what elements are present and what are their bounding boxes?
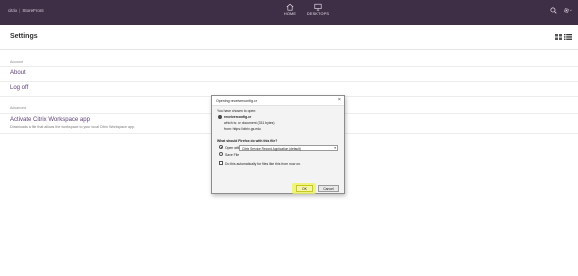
open-file-dialog: Opening receiverconfig.cr × You have cho… xyxy=(211,95,345,194)
view-toggles xyxy=(555,34,572,40)
top-navigation-bar: citrix | StoreFront HOME DESKTOPS xyxy=(0,0,578,25)
dialog-title: Opening receiverconfig.cr xyxy=(216,99,257,103)
ok-button[interactable]: OK xyxy=(296,185,313,192)
brand-name: citrix xyxy=(8,8,18,13)
dialog-question: What should Firefox do with this file? xyxy=(217,139,278,143)
divider xyxy=(0,66,578,67)
activate-workspace-description: Downloads a file that allows the workspa… xyxy=(10,125,135,129)
search-icon[interactable] xyxy=(550,7,557,14)
list-view-icon[interactable] xyxy=(564,34,572,40)
dialog-body: You have chosen to open: receiverconfig.… xyxy=(212,106,344,194)
dialog-file-type: which is: cr document (331 bytes) xyxy=(224,121,275,125)
settings-header: Settings xyxy=(0,25,578,50)
auto-action-checkbox[interactable] xyxy=(219,161,223,165)
dialog-file-source: from: https://citrix.gs.edu xyxy=(224,127,261,131)
chevron-down-icon: ▾ xyxy=(334,146,336,150)
open-with-select[interactable]: Citrix Service Record Application (defau… xyxy=(239,144,338,151)
divider xyxy=(0,81,578,82)
dialog-titlebar[interactable]: Opening receiverconfig.cr × xyxy=(212,96,344,106)
top-actions xyxy=(550,7,572,14)
file-type-icon xyxy=(218,115,222,119)
save-file-label: Save File xyxy=(225,152,240,157)
save-file-radio[interactable] xyxy=(219,152,223,156)
open-with-value: Citrix Service Record Application (defau… xyxy=(242,146,301,151)
brand-separator: | xyxy=(19,8,21,13)
dialog-intro: You have chosen to open: xyxy=(217,109,257,113)
nav-desktops-label: DESKTOPS xyxy=(306,12,330,16)
desktop-icon xyxy=(314,3,322,11)
home-icon xyxy=(286,3,294,11)
open-with-radio[interactable] xyxy=(219,145,223,149)
product-name: StoreFront xyxy=(22,8,44,13)
grid-view-icon[interactable] xyxy=(555,34,562,40)
close-icon[interactable]: × xyxy=(338,97,341,104)
brand-logo[interactable]: citrix | StoreFront xyxy=(8,8,44,13)
open-with-label: Open with xyxy=(225,145,241,150)
cancel-button[interactable]: Cancel xyxy=(318,185,339,192)
page-title: Settings xyxy=(10,33,38,40)
dialog-filename: receiverconfig.cr xyxy=(224,115,252,119)
logoff-link[interactable]: Log off xyxy=(10,85,28,91)
nav-desktops[interactable]: DESKTOPS xyxy=(300,3,336,16)
account-section-label: Account xyxy=(10,60,23,64)
auto-action-label: Do this automatically for files like thi… xyxy=(225,161,301,166)
advanced-section-label: Advanced xyxy=(10,106,26,110)
activate-workspace-link[interactable]: Activate Citrix Workspace app xyxy=(10,117,90,123)
about-link[interactable]: About xyxy=(10,70,26,76)
gear-icon[interactable] xyxy=(563,7,572,14)
